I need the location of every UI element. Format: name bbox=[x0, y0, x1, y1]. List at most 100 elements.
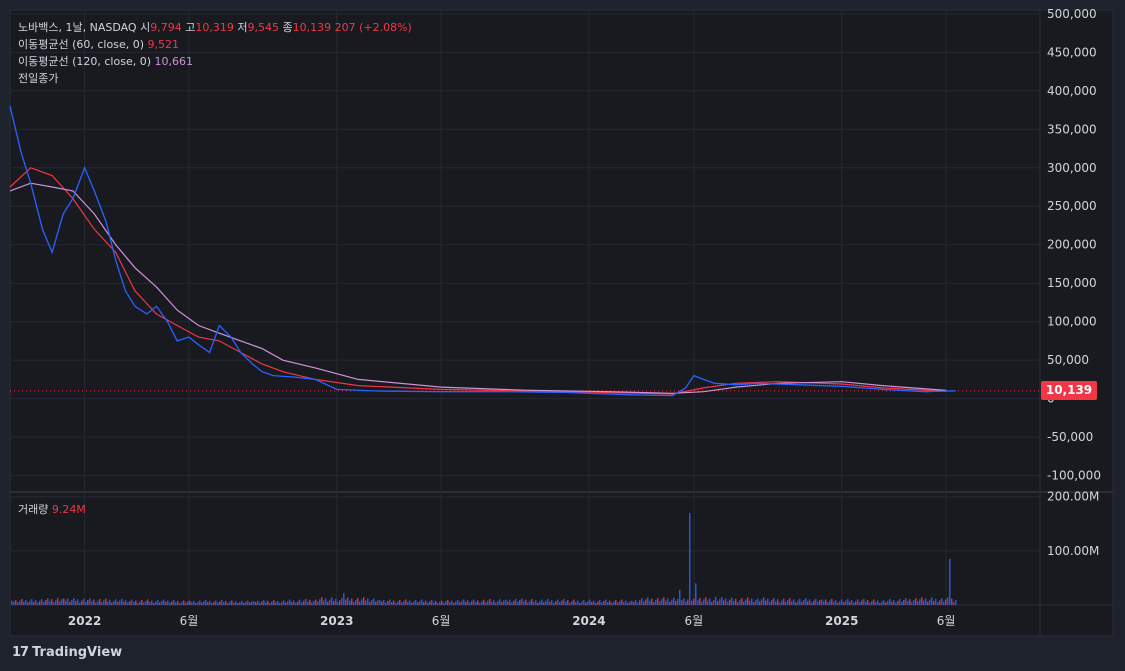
volume-bar bbox=[685, 601, 687, 605]
volume-bar bbox=[639, 600, 641, 605]
volume-bar bbox=[313, 600, 315, 605]
volume-bar bbox=[11, 600, 13, 605]
volume-bar bbox=[245, 601, 247, 605]
volume-bar bbox=[731, 597, 733, 605]
volume-bar bbox=[561, 600, 563, 605]
volume-bar bbox=[743, 601, 745, 605]
volume-bar bbox=[191, 602, 193, 605]
ma120-label: 이동평균선 (120, close, 0) bbox=[18, 55, 151, 68]
legend-ma60-row[interactable]: 이동평균선 (60, close, 0) 9,521 bbox=[18, 36, 412, 53]
volume-bar bbox=[217, 602, 219, 605]
symbol-name[interactable]: 노바백스, 1날, NASDAQ bbox=[18, 21, 137, 34]
tradingview-brand[interactable]: 17 TradingView bbox=[12, 645, 122, 660]
volume-bar bbox=[209, 600, 211, 605]
volume-bar bbox=[179, 603, 181, 605]
volume-bar bbox=[161, 600, 163, 605]
volume-bar bbox=[157, 599, 159, 605]
volume-bar bbox=[549, 601, 551, 605]
legend-ma120-row[interactable]: 이동평균선 (120, close, 0) 10,661 bbox=[18, 53, 412, 70]
volume-bar bbox=[271, 601, 273, 605]
legend-main-row: 노바백스, 1날, NASDAQ 시9,794 고10,319 저9,545 종… bbox=[18, 19, 412, 36]
ma120-value: 10,661 bbox=[154, 55, 194, 68]
volume-bar bbox=[369, 601, 371, 605]
volume-bar bbox=[303, 600, 305, 605]
volume-bar bbox=[713, 599, 715, 605]
volume-bar bbox=[281, 601, 283, 605]
close-value: 10,139 bbox=[292, 21, 332, 34]
volume-bar bbox=[623, 601, 625, 605]
volume-bar bbox=[521, 598, 523, 605]
volume-bar bbox=[433, 602, 435, 605]
volume-bar bbox=[799, 598, 801, 605]
volume-bar bbox=[801, 601, 803, 605]
volume-bar bbox=[211, 603, 213, 605]
volume-bar bbox=[545, 600, 547, 605]
volume-bar bbox=[587, 601, 589, 605]
volume-bar bbox=[621, 599, 623, 605]
volume-bar bbox=[403, 600, 405, 605]
time-tick-label: 2023 bbox=[320, 614, 353, 628]
volume-bar bbox=[773, 597, 775, 605]
volume-bar bbox=[747, 597, 749, 605]
volume-bar bbox=[27, 602, 29, 605]
volume-bar bbox=[223, 602, 225, 605]
volume-bar bbox=[789, 598, 791, 605]
volume-bar bbox=[57, 598, 59, 605]
volume-bar bbox=[47, 598, 49, 605]
volume-bar bbox=[579, 603, 581, 605]
volume-bar bbox=[73, 597, 75, 605]
volume-bar bbox=[953, 602, 955, 605]
volume-bar bbox=[881, 601, 883, 605]
volume-bar bbox=[87, 600, 89, 605]
time-tick-label: 6월 bbox=[432, 614, 451, 628]
volume-tick-label: 100.00M bbox=[1047, 544, 1099, 558]
volume-bar bbox=[261, 601, 263, 605]
volume-bar bbox=[905, 598, 907, 605]
volume-bar bbox=[741, 598, 743, 605]
volume-legend[interactable]: 거래량 9.24M bbox=[18, 501, 86, 517]
volume-bar bbox=[519, 600, 521, 605]
volume-bar bbox=[647, 597, 649, 605]
volume-bar bbox=[321, 597, 323, 605]
volume-bar bbox=[363, 597, 365, 605]
volume-bar bbox=[151, 600, 153, 605]
volume-bar bbox=[65, 600, 67, 605]
volume-bar bbox=[243, 602, 245, 605]
volume-bar bbox=[827, 602, 829, 605]
legend-prev-close-row[interactable]: 전일종가 bbox=[18, 70, 412, 87]
volume-bar bbox=[577, 600, 579, 605]
volume-bar bbox=[335, 598, 337, 605]
volume-bar bbox=[489, 599, 491, 605]
volume-bar bbox=[503, 600, 505, 605]
volume-bar bbox=[831, 598, 833, 605]
volume-bar bbox=[195, 603, 197, 605]
volume-bar bbox=[907, 601, 909, 605]
volume-bar bbox=[479, 602, 481, 605]
volume-bar bbox=[719, 599, 721, 605]
volume-label: 거래량 bbox=[18, 503, 49, 516]
volume-bar bbox=[615, 600, 617, 605]
volume-bar bbox=[269, 602, 271, 605]
volume-bar bbox=[387, 600, 389, 605]
volume-bar bbox=[17, 602, 19, 605]
volume-bar bbox=[163, 599, 165, 605]
volume-bar bbox=[415, 599, 417, 605]
volume-bar bbox=[127, 602, 129, 605]
volume-bar bbox=[849, 601, 851, 605]
volume-bar bbox=[917, 601, 919, 605]
volume-bar bbox=[131, 599, 133, 605]
volume-bar bbox=[43, 601, 45, 605]
volume-bar bbox=[219, 601, 221, 605]
volume-bar bbox=[947, 597, 949, 605]
volume-bar bbox=[213, 601, 215, 605]
volume-bar bbox=[755, 599, 757, 605]
volume-bar bbox=[425, 600, 427, 605]
volume-bar bbox=[283, 600, 285, 605]
open-label: 시 bbox=[140, 21, 151, 34]
volume-bar bbox=[885, 602, 887, 605]
volume-bar bbox=[921, 597, 923, 605]
volume-bar bbox=[21, 599, 23, 605]
volume-bar bbox=[187, 601, 189, 605]
volume-bar bbox=[37, 602, 39, 605]
volume-bar bbox=[507, 601, 509, 605]
